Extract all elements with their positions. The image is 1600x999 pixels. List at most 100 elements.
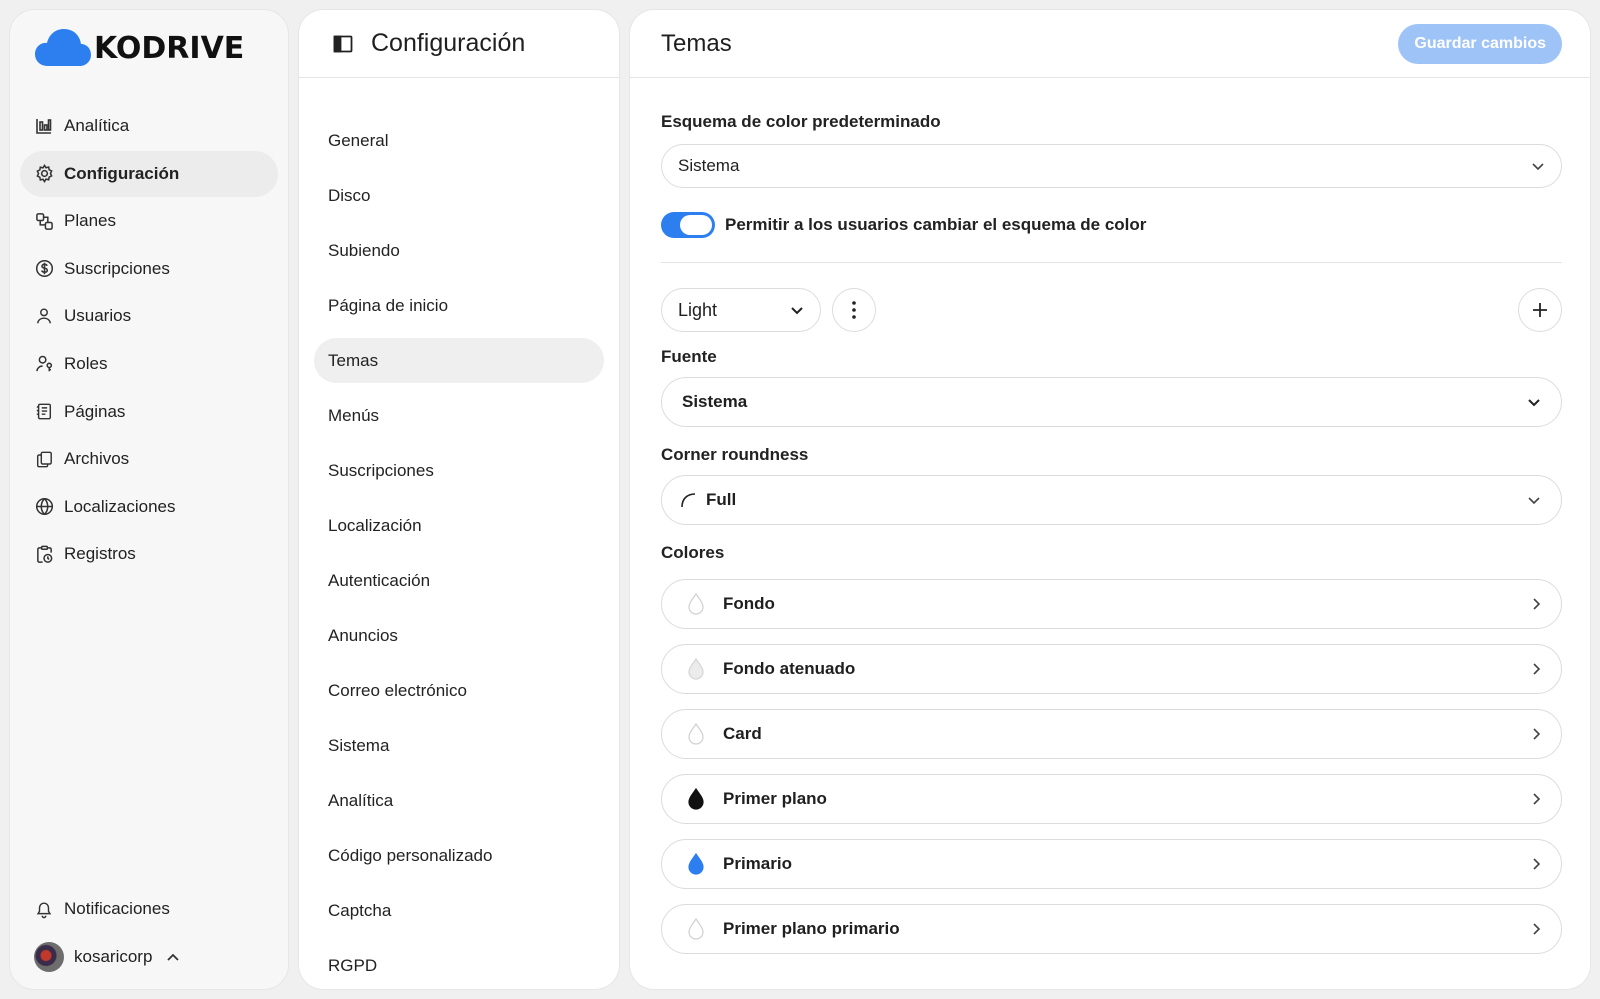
color-scheme-select[interactable]: Sistema (661, 144, 1562, 188)
settings-item-localizacion[interactable]: Localización (314, 503, 604, 548)
color-row-primer-plano-primario[interactable]: Primer plano primario (661, 904, 1562, 954)
clipboard-clock-icon (34, 544, 54, 564)
settings-item-captcha[interactable]: Captcha (314, 888, 604, 933)
sidebar-item-label: Usuarios (64, 306, 132, 326)
themes-panel: Temas Guardar cambios Esquema de color p… (630, 10, 1590, 989)
theme-select[interactable]: Light (661, 288, 821, 332)
settings-nav-panel: Configuración General Disco Subiendo Pág… (299, 10, 619, 989)
corner-radius-icon (681, 493, 696, 508)
sidebar-nav: Analítica Configuración Planes Suscripci… (20, 103, 278, 579)
theme-select-value: Light (678, 299, 718, 320)
color-row-label: Primer plano (723, 789, 827, 808)
user-key-icon (34, 354, 54, 374)
notifications-label: Notificaciones (64, 899, 170, 918)
sidebar-item-label: Localizaciones (64, 496, 176, 516)
settings-item-general[interactable]: General (314, 118, 604, 163)
plus-icon (1533, 303, 1547, 317)
corner-roundness-label: Corner roundness (661, 445, 809, 464)
sidebar-item-suscripciones[interactable]: Suscripciones (20, 246, 278, 292)
settings-item-disco[interactable]: Disco (314, 173, 604, 218)
chevron-down-icon (1527, 398, 1541, 407)
sidebar-item-configuracion[interactable]: Configuración (20, 150, 278, 197)
avatar (34, 941, 64, 972)
sidebar-item-planes[interactable]: Planes (20, 198, 278, 244)
sidebar-item-usuarios[interactable]: Usuarios (20, 293, 278, 339)
sidebar-item-analitica[interactable]: Analítica (20, 103, 278, 149)
chevron-right-icon (1532, 662, 1541, 676)
color-row-label: Fondo (723, 594, 775, 613)
color-row-fondo-atenuado[interactable]: Fondo atenuado (661, 644, 1562, 694)
sidebar-item-label: Páginas (64, 401, 126, 421)
droplet-icon (688, 852, 704, 875)
chevron-right-icon (1532, 922, 1541, 936)
color-row-label: Card (723, 724, 762, 743)
settings-item-subiendo[interactable]: Subiendo (314, 228, 604, 273)
droplet-icon (688, 592, 704, 615)
chart-bar-icon (34, 116, 54, 136)
colors-label: Colores (661, 543, 725, 562)
allow-scheme-change-label: Permitir a los usuarios cambiar el esque… (725, 215, 1147, 234)
chevron-down-icon (1527, 496, 1541, 505)
settings-item-codigo-personalizado[interactable]: Código personalizado (314, 833, 604, 878)
settings-item-sistema[interactable]: Sistema (314, 723, 604, 768)
app-logo[interactable]: KODRIVE (34, 28, 244, 68)
user-icon (34, 306, 54, 326)
color-scheme-value: Sistema (678, 156, 740, 175)
sidebar-item-label: Configuración (64, 163, 180, 183)
sidebar-item-label: Planes (64, 211, 116, 231)
chevron-down-icon (790, 306, 804, 315)
color-scheme-label: Esquema de color predeterminado (661, 112, 941, 131)
settings-item-autenticacion[interactable]: Autenticación (314, 558, 604, 603)
theme-options-button[interactable] (832, 288, 876, 332)
sidebar-toggle-icon[interactable] (333, 35, 353, 53)
cloud-logo-icon (35, 29, 91, 66)
color-row-fondo[interactable]: Fondo (661, 579, 1562, 629)
corner-roundness-select[interactable]: Full (661, 475, 1562, 525)
gear-icon (34, 164, 54, 184)
font-select[interactable]: Sistema (661, 377, 1562, 427)
color-row-primario[interactable]: Primario (661, 839, 1562, 889)
settings-item-rgpd[interactable]: RGPD (314, 943, 604, 988)
sidebar-item-label: Archivos (64, 449, 130, 469)
user-menu-button[interactable]: kosaricorp (20, 934, 278, 980)
settings-item-suscripciones[interactable]: Suscripciones (314, 448, 604, 493)
sidebar-item-localizaciones[interactable]: Localizaciones (20, 484, 278, 530)
notifications-button[interactable]: Notificaciones (20, 886, 278, 932)
color-row-label: Primer plano primario (723, 919, 900, 938)
chevron-right-icon (1532, 792, 1541, 806)
settings-nav-list: General Disco Subiendo Página de inicio … (314, 118, 604, 989)
themes-form: Esquema de color predeterminado Sistema … (661, 78, 1562, 969)
divider (661, 262, 1562, 263)
sidebar-item-archivos[interactable]: Archivos (20, 436, 278, 482)
sidebar-item-paginas[interactable]: Páginas (20, 389, 278, 435)
color-row-primer-plano[interactable]: Primer plano (661, 774, 1562, 824)
allow-scheme-change-toggle[interactable] (661, 212, 715, 238)
settings-item-analitica[interactable]: Analítica (314, 778, 604, 823)
save-changes-button[interactable]: Guardar cambios (1398, 23, 1562, 64)
sidebar-item-roles[interactable]: Roles (20, 341, 278, 387)
files-icon (34, 449, 54, 469)
chevron-up-icon (166, 952, 180, 962)
chevron-down-icon (1531, 162, 1545, 171)
settings-item-pagina-de-inicio[interactable]: Página de inicio (314, 283, 604, 328)
globe-icon (34, 497, 54, 517)
settings-item-anuncios[interactable]: Anuncios (314, 613, 604, 658)
theme-toolbar: Light (661, 288, 1562, 332)
sidebar-item-label: Roles (64, 353, 108, 373)
color-row-card[interactable]: Card (661, 709, 1562, 759)
dollar-circle-icon (34, 259, 54, 279)
chevron-right-icon (1532, 727, 1541, 741)
add-theme-button[interactable] (1518, 288, 1562, 332)
chevron-right-icon (1532, 597, 1541, 611)
sidebar-item-registros[interactable]: Registros (20, 531, 278, 577)
chevron-right-icon (1532, 857, 1541, 871)
settings-item-menus[interactable]: Menús (314, 393, 604, 438)
color-row-label: Fondo atenuado (723, 659, 856, 678)
settings-title: Configuración (371, 29, 526, 57)
droplet-icon (688, 657, 704, 680)
settings-item-correo[interactable]: Correo electrónico (314, 668, 604, 713)
droplet-icon (688, 917, 704, 940)
colors-list: Fondo Fondo atenuado Card Primer plano P… (661, 579, 1562, 954)
sidebar-item-label: Registros (64, 544, 136, 564)
settings-item-temas[interactable]: Temas (314, 338, 604, 383)
